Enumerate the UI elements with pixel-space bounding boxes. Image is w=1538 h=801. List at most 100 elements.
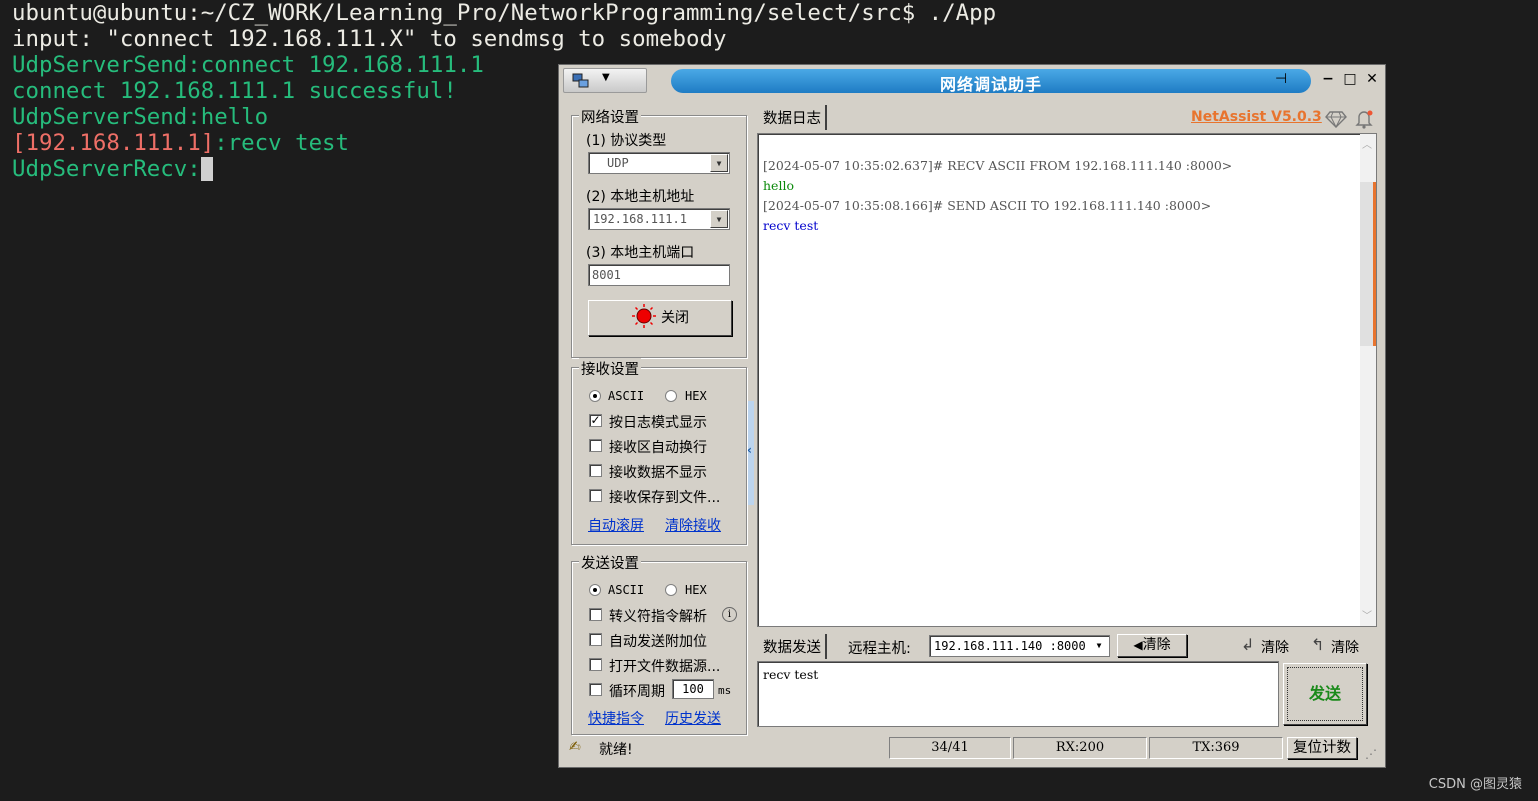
status-tx: TX:369 bbox=[1149, 737, 1283, 759]
system-menu-button[interactable]: ▼ bbox=[563, 68, 647, 93]
netassist-version-link[interactable]: NetAssist V5.0.3 bbox=[1191, 109, 1322, 125]
network-settings-group: 网络设置 (1) 协议类型 UDP ▼ (2) 本地主机地址 192.168.1… bbox=[571, 106, 747, 358]
save-to-file-label: 接收保存到文件... bbox=[609, 490, 721, 506]
pencil-icon: ✍ bbox=[569, 739, 581, 755]
send-ascii-radio[interactable] bbox=[589, 584, 601, 596]
loop-period-checkbox[interactable] bbox=[589, 683, 602, 696]
send-ascii-label: ASCII bbox=[608, 583, 645, 597]
status-count: 34/41 bbox=[889, 737, 1011, 759]
reset-count-button[interactable]: 复位计数 bbox=[1287, 737, 1357, 759]
terminal-prompt: UdpServerRecv: bbox=[12, 156, 201, 182]
auto-wrap-checkbox[interactable] bbox=[589, 439, 602, 452]
recv-hex-label: HEX bbox=[685, 389, 707, 403]
chevron-down-icon[interactable]: ▼ bbox=[1090, 637, 1108, 655]
status-ready: 就绪! bbox=[599, 742, 633, 758]
tab-data-send[interactable]: 数据发送 bbox=[759, 634, 827, 659]
chevron-down-icon[interactable]: ▼ bbox=[710, 154, 728, 172]
netassist-window[interactable]: ▼ 网络调试助手 ⊣ − □ ✕ 网络设置 (1) 协议类型 UDP ▼ (2)… bbox=[558, 64, 1386, 768]
terminal-line: ubuntu@ubuntu:~/CZ_WORK/Learning_Pro/Net… bbox=[12, 0, 997, 26]
arrow-left-icon: ◀ bbox=[1133, 638, 1143, 652]
auto-append-label: 自动发送附加位 bbox=[609, 634, 707, 650]
chevron-left-icon: ‹ bbox=[747, 443, 752, 457]
send-text-area[interactable]: recv test bbox=[757, 661, 1279, 727]
remote-host-value: 192.168.111.140 :8000 bbox=[934, 639, 1086, 653]
send-hex-label: HEX bbox=[685, 583, 707, 597]
protocol-select[interactable]: UDP ▼ bbox=[588, 152, 730, 174]
escape-parse-label: 转义符指令解析 bbox=[609, 609, 707, 625]
terminal-peer-address: [192.168.111.1] bbox=[12, 130, 215, 156]
loop-period-input[interactable]: 100 bbox=[672, 679, 714, 699]
file-source-label: 打开文件数据源... bbox=[609, 659, 721, 675]
minimize-button[interactable]: − bbox=[1317, 68, 1339, 90]
auto-wrap-label: 接收区自动换行 bbox=[609, 440, 707, 456]
title-band: 网络调试助手 bbox=[671, 69, 1311, 94]
clear-remote-label: 清除 bbox=[1142, 637, 1171, 653]
loop-period-label: 循环周期 bbox=[609, 684, 665, 700]
quick-commands-link[interactable]: 快捷指令 bbox=[588, 708, 644, 728]
local-port-input[interactable]: 8001 bbox=[588, 264, 730, 286]
close-window-button[interactable]: ✕ bbox=[1361, 68, 1383, 90]
send-settings-group: 发送设置 ASCII HEX 转义符指令解析 i 自动发送附加位 打开文件数据源… bbox=[571, 552, 747, 735]
remote-host-label: 远程主机: bbox=[848, 641, 911, 657]
close-connection-button[interactable]: 关闭 bbox=[588, 300, 732, 336]
remote-host-select[interactable]: 192.168.111.140 :8000 ▼ bbox=[929, 635, 1110, 657]
local-port-label: (3) 本地主机端口 bbox=[586, 245, 695, 261]
bell-icon[interactable] bbox=[1353, 108, 1375, 130]
clear-send-arrow-icon[interactable]: ↰ bbox=[1311, 635, 1324, 654]
auto-append-checkbox[interactable] bbox=[589, 633, 602, 646]
hide-data-label: 接收数据不显示 bbox=[609, 465, 707, 481]
chevron-down-icon[interactable]: ▼ bbox=[710, 210, 728, 228]
recv-hex-radio[interactable] bbox=[665, 390, 677, 402]
protocol-label: (1) 协议类型 bbox=[586, 133, 667, 149]
terminal-line: input: "connect 192.168.111.X" to sendms… bbox=[12, 26, 727, 52]
log-line-send-header: [2024-05-07 10:35:08.166]# SEND ASCII TO… bbox=[763, 198, 1212, 213]
watermark: CSDN @图灵猿 bbox=[1428, 777, 1522, 792]
status-bar: ✍ 就绪! 34/41 RX:200 TX:369 复位计数 ⋰ bbox=[567, 735, 1379, 763]
red-light-icon bbox=[632, 304, 656, 328]
save-to-file-checkbox[interactable] bbox=[589, 489, 602, 502]
clear-send-label[interactable]: 清除 bbox=[1331, 637, 1359, 657]
status-rx: RX:200 bbox=[1013, 737, 1147, 759]
clear-recv-link[interactable]: 清除接收 bbox=[665, 515, 721, 535]
file-source-checkbox[interactable] bbox=[589, 658, 602, 671]
clear-remote-button[interactable]: ◀清除 bbox=[1117, 634, 1187, 657]
local-ip-select[interactable]: 192.168.111.1 ▼ bbox=[588, 208, 730, 230]
app-body: 网络设置 (1) 协议类型 UDP ▼ (2) 本地主机地址 192.168.1… bbox=[565, 99, 1381, 765]
log-line-recv-header: [2024-05-07 10:35:02.637]# RECV ASCII FR… bbox=[763, 158, 1233, 173]
recv-ascii-label: ASCII bbox=[608, 389, 645, 403]
receive-log-area[interactable]: [2024-05-07 10:35:02.637]# RECV ASCII FR… bbox=[757, 133, 1377, 627]
log-line-send-data: recv test bbox=[763, 218, 819, 233]
panel-collapse-handle[interactable]: ‹ bbox=[747, 401, 754, 505]
recv-settings-group: 接收设置 ASCII HEX ✓ 按日志模式显示 接收区自动换行 接收数据不显示… bbox=[571, 358, 747, 545]
tab-data-log[interactable]: 数据日志 bbox=[759, 105, 827, 130]
loop-period-unit: ms bbox=[718, 684, 732, 697]
log-mode-label: 按日志模式显示 bbox=[609, 415, 707, 431]
hide-data-checkbox[interactable] bbox=[589, 464, 602, 477]
info-icon[interactable]: i bbox=[722, 607, 737, 622]
history-send-link[interactable]: 历史发送 bbox=[665, 708, 721, 728]
scroll-down-icon[interactable]: ﹀ bbox=[1362, 607, 1372, 622]
local-ip-label: (2) 本地主机地址 bbox=[586, 189, 695, 205]
diamond-icon[interactable] bbox=[1325, 109, 1347, 129]
pin-icon[interactable]: ⊣ bbox=[1275, 71, 1287, 87]
escape-parse-checkbox[interactable] bbox=[589, 608, 602, 621]
resize-grip-icon[interactable]: ⋰ bbox=[1365, 747, 1377, 761]
chevron-down-icon: ▼ bbox=[602, 72, 610, 83]
close-connection-label: 关闭 bbox=[661, 310, 689, 326]
recv-ascii-radio[interactable] bbox=[589, 390, 601, 402]
terminal-cursor bbox=[200, 157, 213, 181]
title-bar[interactable]: ▼ 网络调试助手 ⊣ − □ ✕ bbox=[559, 65, 1385, 96]
log-mode-checkbox[interactable]: ✓ bbox=[589, 414, 602, 427]
log-scrollbar[interactable]: ︿ ﹀ bbox=[1360, 134, 1376, 626]
send-button[interactable]: 发送 bbox=[1283, 663, 1367, 725]
scrollbar-thumb[interactable] bbox=[1360, 182, 1376, 346]
clear-recv-arrow-icon[interactable]: ↲ bbox=[1241, 635, 1254, 654]
network-icon bbox=[572, 73, 589, 88]
auto-scroll-link[interactable]: 自动滚屏 bbox=[588, 515, 644, 535]
window-controls: − □ ✕ bbox=[1317, 68, 1383, 93]
maximize-button[interactable]: □ bbox=[1339, 68, 1361, 90]
clear-recv-label[interactable]: 清除 bbox=[1261, 637, 1289, 657]
network-settings-title: 网络设置 bbox=[579, 106, 641, 127]
send-hex-radio[interactable] bbox=[665, 584, 677, 596]
scroll-up-icon[interactable]: ︿ bbox=[1362, 136, 1372, 151]
